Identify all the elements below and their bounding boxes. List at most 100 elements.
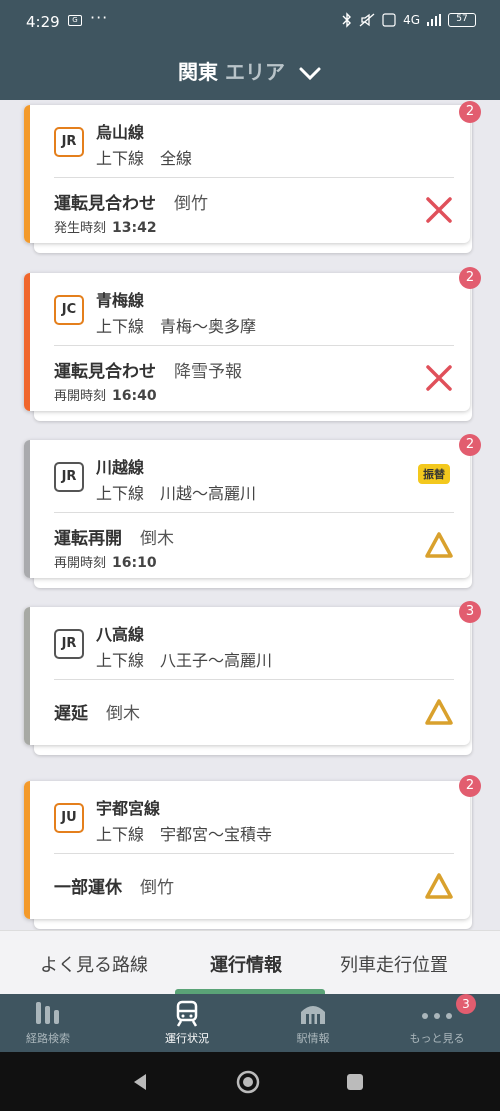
- line-color-bar: [24, 781, 30, 919]
- line-card[interactable]: JR 八高線 上下線 八王子〜高麗川 遅延 倒木: [24, 607, 476, 757]
- area-name: 関東: [178, 60, 219, 84]
- time-value: 13:42: [112, 220, 157, 236]
- area-selector[interactable]: 関東 エリア: [0, 56, 500, 85]
- area-suffix: エリア: [225, 60, 285, 84]
- top-bar: 4:29 G ··· 4G 57 関東 エリア: [0, 0, 500, 100]
- line-section: 上下線 青梅〜奥多摩: [96, 317, 257, 336]
- line-name: 八高線: [96, 625, 145, 644]
- line-card-body[interactable]: JR 八高線 上下線 八王子〜高麗川 遅延 倒木: [24, 607, 470, 745]
- ju-logo-icon: JU: [54, 803, 84, 833]
- more-notifications-icon: ···: [90, 8, 109, 27]
- time-label: 再開時刻: [54, 556, 107, 571]
- transfer-tag: 振替: [418, 464, 450, 484]
- count-badge: 2: [459, 775, 481, 797]
- jr-logo-icon: JR: [54, 462, 84, 492]
- time-value: 16:40: [112, 388, 157, 404]
- home-icon[interactable]: [236, 1070, 260, 1094]
- time-label: 発生時刻: [54, 221, 107, 236]
- count-badge: 3: [459, 601, 481, 623]
- line-card[interactable]: JR 烏山線 上下線 全線 運転見合わせ 倒竹 発生時刻 13:42: [24, 105, 476, 255]
- status-label: 遅延: [54, 704, 88, 724]
- status-bar: 4:29 G ··· 4G 57: [0, 0, 500, 44]
- line-card[interactable]: JR 川越線 上下線 川越〜高麗川 振替 運転再開 倒木 再開時刻 16:10: [24, 440, 476, 590]
- warning-triangle-icon: [425, 873, 453, 899]
- nav-route-search[interactable]: 経路検索: [0, 998, 103, 1052]
- status-label: 運転見合わせ: [54, 362, 156, 382]
- line-name: 烏山線: [96, 123, 145, 142]
- tab-operation-info[interactable]: 運行情報: [210, 951, 282, 977]
- line-card[interactable]: JC 青梅線 上下線 青梅〜奥多摩 運転見合わせ 降雪予報 再開時刻 16:40: [24, 273, 476, 423]
- status-cause: 倒竹: [174, 194, 208, 214]
- nav-label: 経路検索: [26, 1032, 70, 1045]
- warning-triangle-icon: [425, 699, 453, 725]
- count-badge: 2: [459, 101, 481, 123]
- volte-icon: [382, 13, 396, 27]
- jr-logo-icon: JR: [54, 127, 84, 157]
- status-label: 一部運休: [54, 878, 122, 898]
- status-cause: 倒木: [140, 529, 174, 549]
- time-row: 発生時刻 13:42: [54, 217, 157, 236]
- divider: [54, 177, 454, 178]
- nav-operation-status[interactable]: 運行状況: [132, 998, 242, 1052]
- count-badge: 2: [459, 267, 481, 289]
- status-text: 運転再開 倒木: [54, 524, 174, 549]
- status-text: 運転見合わせ 降雪予報: [54, 357, 242, 382]
- battery-icon: 57: [448, 13, 476, 27]
- line-card[interactable]: JU 宇都宮線 上下線 宇都宮〜宝積寺 一部運休 倒竹: [24, 781, 476, 930]
- status-label: 運転見合わせ: [54, 194, 156, 214]
- status-cause: 倒竹: [140, 878, 174, 898]
- time-value: 16:10: [112, 555, 157, 571]
- divider: [54, 512, 454, 513]
- jr-logo-icon: JR: [54, 629, 84, 659]
- system-navigation: [0, 1052, 500, 1111]
- more-dots-icon: [422, 1013, 452, 1019]
- divider: [54, 679, 454, 680]
- line-section: 上下線 川越〜高麗川: [96, 484, 257, 503]
- line-color-bar: [24, 273, 30, 411]
- line-card-body[interactable]: JR 烏山線 上下線 全線 運転見合わせ 倒竹 発生時刻 13:42: [24, 105, 470, 243]
- line-name: 青梅線: [96, 291, 145, 310]
- status-text: 運転見合わせ 倒竹: [54, 189, 208, 214]
- warning-triangle-icon: [425, 532, 453, 558]
- nav-station-info[interactable]: 駅情報: [258, 998, 368, 1052]
- status-time: 4:29: [26, 13, 60, 31]
- line-status-list[interactable]: JR 烏山線 上下線 全線 運転見合わせ 倒竹 発生時刻 13:42 2 JC 青梅…: [0, 100, 500, 930]
- divider: [54, 345, 454, 346]
- cross-icon: [426, 197, 452, 223]
- train-icon: [176, 1000, 198, 1027]
- status-icons: 4G 57: [342, 12, 476, 28]
- nav-label: もっと見る: [409, 1032, 465, 1045]
- status-cause: 降雪予報: [174, 362, 242, 382]
- line-card-body[interactable]: JC 青梅線 上下線 青梅〜奥多摩 運転見合わせ 降雪予報 再開時刻 16:40: [24, 273, 470, 411]
- tab-favorite-lines[interactable]: よく見る路線: [40, 951, 148, 977]
- count-badge: 2: [459, 434, 481, 456]
- signal-icon: [427, 14, 441, 26]
- line-section: 上下線 宇都宮〜宝積寺: [96, 825, 273, 844]
- time-row: 再開時刻 16:10: [54, 552, 157, 571]
- segment-tabs: よく見る路線 運行情報 列車走行位置: [0, 930, 500, 995]
- station-icon: [301, 1006, 325, 1024]
- nav-label: 運行状況: [165, 1032, 209, 1045]
- line-card-body[interactable]: JU 宇都宮線 上下線 宇都宮〜宝積寺 一部運休 倒竹: [24, 781, 470, 919]
- nav-label: 駅情報: [296, 1032, 330, 1045]
- line-name: 宇都宮線: [96, 799, 161, 818]
- back-icon[interactable]: [130, 1072, 150, 1092]
- recents-icon[interactable]: [346, 1073, 364, 1091]
- tab-train-position[interactable]: 列車走行位置: [340, 951, 448, 977]
- route-search-icon: [36, 1002, 59, 1024]
- line-color-bar: [24, 607, 30, 745]
- status-text: 遅延 倒木: [54, 699, 140, 724]
- line-card-body[interactable]: JR 川越線 上下線 川越〜高麗川 振替 運転再開 倒木 再開時刻 16:10: [24, 440, 470, 578]
- time-label: 再開時刻: [54, 389, 107, 404]
- line-section: 上下線 八王子〜高麗川: [96, 651, 273, 670]
- network-type: 4G: [403, 13, 420, 27]
- time-row: 再開時刻 16:40: [54, 385, 157, 404]
- line-section: 上下線 全線: [96, 149, 193, 168]
- line-color-bar: [24, 105, 30, 243]
- status-text: 一部運休 倒竹: [54, 873, 174, 898]
- mute-icon: [359, 13, 375, 27]
- line-name: 川越線: [96, 458, 145, 477]
- notification-icon: G: [68, 15, 82, 26]
- status-cause: 倒木: [106, 704, 140, 724]
- status-label: 運転再開: [54, 529, 122, 549]
